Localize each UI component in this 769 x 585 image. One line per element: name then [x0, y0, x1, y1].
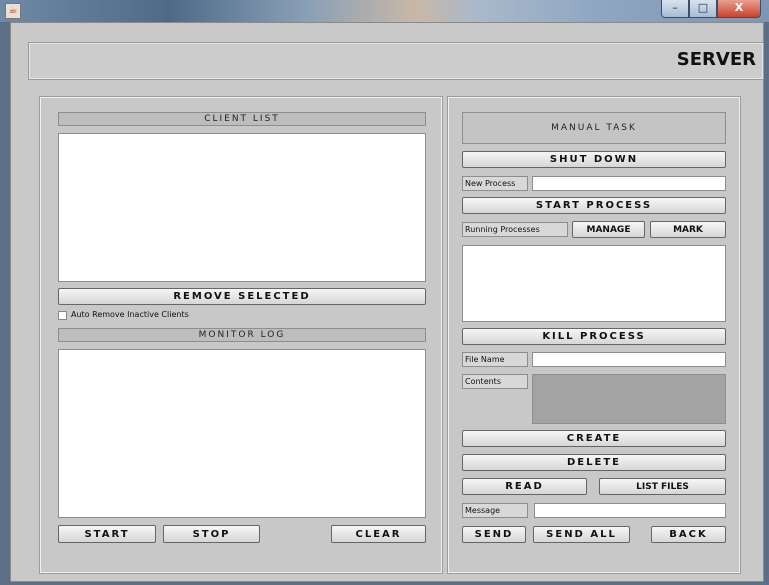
running-processes-list[interactable] [462, 245, 726, 322]
send-all-button[interactable]: SEND ALL [533, 526, 630, 543]
start-process-button[interactable]: START PROCESS [462, 197, 726, 214]
mark-button[interactable]: MARK [650, 221, 726, 238]
start-button[interactable]: START [58, 525, 156, 543]
server-window: SERVER CLIENT LIST REMOVE SELECTED Auto … [10, 22, 764, 582]
left-panel: CLIENT LIST REMOVE SELECTED Auto Remove … [39, 96, 443, 574]
right-panel: MANUAL TASK SHUT DOWN New Process START … [447, 96, 741, 574]
title-bar: ☕ – □ X [0, 0, 769, 22]
delete-button[interactable]: DELETE [462, 454, 726, 471]
read-button[interactable]: READ [462, 478, 587, 495]
monitor-log[interactable] [58, 349, 426, 518]
clear-button[interactable]: CLEAR [331, 525, 426, 543]
auto-remove-checkbox[interactable] [58, 311, 67, 320]
list-files-button[interactable]: LIST FILES [599, 478, 726, 495]
monitor-log-header: MONITOR LOG [58, 328, 426, 342]
stop-button[interactable]: STOP [163, 525, 260, 543]
back-button[interactable]: BACK [651, 526, 726, 543]
client-list-header: CLIENT LIST [58, 112, 426, 126]
manage-button[interactable]: MANAGE [572, 221, 645, 238]
new-process-label: New Process [462, 176, 528, 191]
close-button[interactable]: X [717, 0, 761, 18]
window-controls: – □ X [661, 0, 761, 18]
contents-textarea[interactable] [532, 374, 726, 424]
send-button[interactable]: SEND [462, 526, 526, 543]
new-process-input[interactable] [532, 176, 726, 191]
shut-down-button[interactable]: SHUT DOWN [462, 151, 726, 168]
running-processes-label: Running Processes [462, 222, 568, 237]
manual-task-header: MANUAL TASK [462, 112, 726, 144]
java-icon: ☕ [5, 3, 21, 19]
file-name-input[interactable] [532, 352, 726, 367]
header-panel: SERVER [28, 42, 764, 80]
auto-remove-label: Auto Remove Inactive Clients [71, 310, 189, 319]
client-list[interactable] [58, 133, 426, 282]
maximize-button[interactable]: □ [689, 0, 717, 18]
create-button[interactable]: CREATE [462, 430, 726, 447]
minimize-button[interactable]: – [661, 0, 689, 18]
file-name-label: File Name [462, 352, 528, 367]
page-title: SERVER [676, 49, 756, 70]
kill-process-button[interactable]: KILL PROCESS [462, 328, 726, 345]
remove-selected-button[interactable]: REMOVE SELECTED [58, 288, 426, 305]
message-input[interactable] [534, 503, 726, 518]
contents-label: Contents [462, 374, 528, 389]
message-label: Message [462, 503, 528, 518]
